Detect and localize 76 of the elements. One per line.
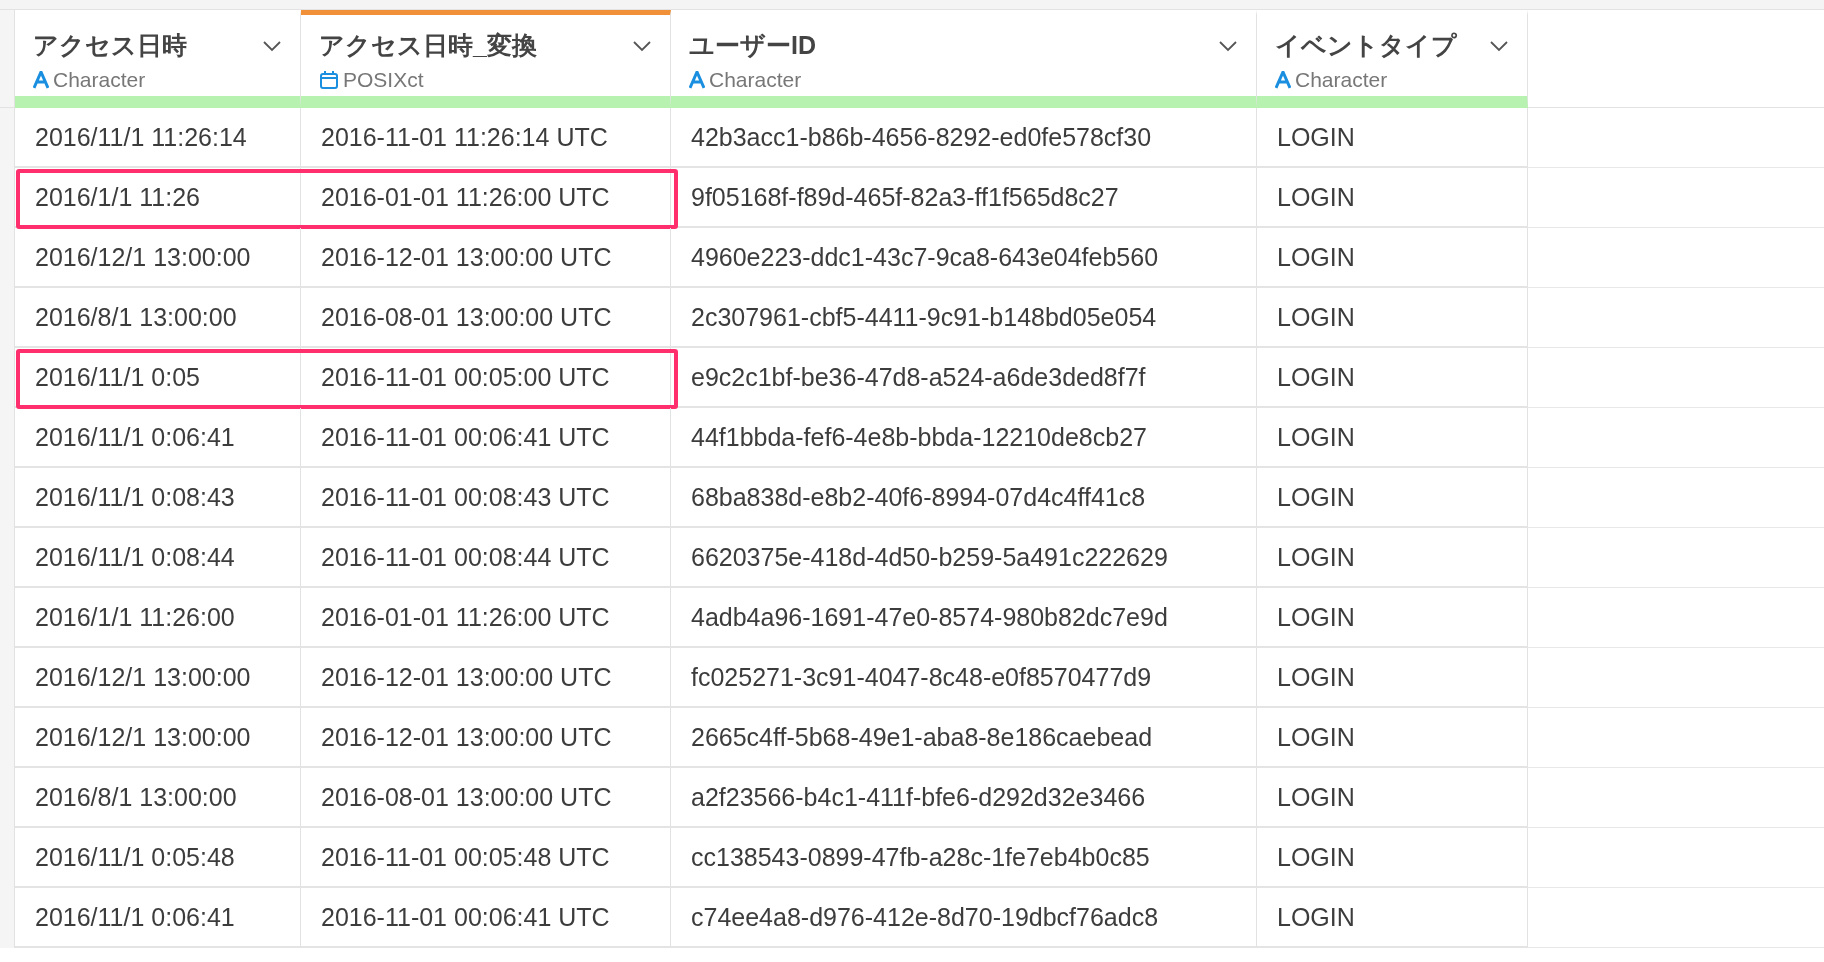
chevron-down-icon[interactable] xyxy=(1218,39,1238,52)
column-type: Character xyxy=(709,68,802,92)
table-cell: 2016/8/1 13:00:00 xyxy=(15,288,301,348)
table-cell: 4960e223-ddc1-43c7-9ca8-643e04feb560 xyxy=(671,228,1257,288)
table-cell: 2016-11-01 00:06:41 UTC xyxy=(301,408,671,468)
table-cell: 2016/11/1 11:26:14 xyxy=(15,108,301,168)
table-cell: 2016-11-01 00:05:48 UTC xyxy=(301,828,671,888)
table-cell: 2016-12-01 13:00:00 UTC xyxy=(301,708,671,768)
table-cell: LOGIN xyxy=(1257,528,1528,588)
table-cell: fc025271-3c91-4047-8c48-e0f8570477d9 xyxy=(671,648,1257,708)
table-cell: LOGIN xyxy=(1257,348,1528,408)
table-cell: 2c307961-cbf5-4411-9c91-b148bd05e054 xyxy=(671,288,1257,348)
table-cell: 2016-12-01 13:00:00 UTC xyxy=(301,228,671,288)
table-cell: LOGIN xyxy=(1257,288,1528,348)
chevron-down-icon[interactable] xyxy=(262,39,282,52)
table-cell: LOGIN xyxy=(1257,648,1528,708)
table-cell: 2016-11-01 00:05:00 UTC xyxy=(301,348,671,408)
column-header[interactable]: アクセス日時_変換 POSIXct xyxy=(301,10,671,108)
column-type: Character xyxy=(1295,68,1388,92)
column-header[interactable]: イベントタイプ Character xyxy=(1257,10,1528,108)
table-cell: 2016-12-01 13:00:00 UTC xyxy=(301,648,671,708)
table-cell: LOGIN xyxy=(1257,708,1528,768)
letter-a-icon xyxy=(689,71,705,89)
table-cell: 2016/12/1 13:00:00 xyxy=(15,648,301,708)
table-cell: cc138543-0899-47fb-a28c-1fe7eb4b0c85 xyxy=(671,828,1257,888)
table-cell: LOGIN xyxy=(1257,888,1528,948)
column-header[interactable]: ユーザーID Character xyxy=(671,10,1257,108)
column-name: ユーザーID xyxy=(689,30,816,61)
table-cell: 68ba838d-e8b2-40f6-8994-07d4c4ff41c8 xyxy=(671,468,1257,528)
table-cell: 2665c4ff-5b68-49e1-aba8-8e186caebead xyxy=(671,708,1257,768)
letter-a-icon xyxy=(33,71,49,89)
table-cell: LOGIN xyxy=(1257,768,1528,828)
table-cell: 2016-01-01 11:26:00 UTC xyxy=(301,168,671,228)
table-cell: 6620375e-418d-4d50-b259-5a491c222629 xyxy=(671,528,1257,588)
table-cell: 9f05168f-f89d-465f-82a3-ff1f565d8c27 xyxy=(671,168,1257,228)
table-cell: LOGIN xyxy=(1257,108,1528,168)
table-cell: 2016-08-01 13:00:00 UTC xyxy=(301,768,671,828)
table-cell: 42b3acc1-b86b-4656-8292-ed0fe578cf30 xyxy=(671,108,1257,168)
letter-a-icon xyxy=(1275,71,1291,89)
table-cell: 2016/11/1 0:06:41 xyxy=(15,408,301,468)
table-cell: LOGIN xyxy=(1257,408,1528,468)
table-cell: a2f23566-b4c1-411f-bfe6-d292d32e3466 xyxy=(671,768,1257,828)
table-cell: 2016/11/1 0:08:44 xyxy=(15,528,301,588)
column-name: アクセス日時 xyxy=(33,30,187,61)
chevron-down-icon[interactable] xyxy=(1489,39,1509,52)
table-cell: 44f1bbda-fef6-4e8b-bbda-12210de8cb27 xyxy=(671,408,1257,468)
column-header[interactable]: アクセス日時 Character xyxy=(15,10,301,108)
table-cell: 2016-08-01 13:00:00 UTC xyxy=(301,288,671,348)
table-cell: 2016/11/1 0:05 xyxy=(15,348,301,408)
table-cell: 2016/11/1 0:06:41 xyxy=(15,888,301,948)
table-cell: 2016/1/1 11:26:00 xyxy=(15,588,301,648)
table-cell: LOGIN xyxy=(1257,468,1528,528)
column-type: Character xyxy=(53,68,146,92)
table-cell: 2016/11/1 0:05:48 xyxy=(15,828,301,888)
table-cell: 2016-11-01 11:26:14 UTC xyxy=(301,108,671,168)
table-cell: e9c2c1bf-be36-47d8-a524-a6de3ded8f7f xyxy=(671,348,1257,408)
table-cell: c74ee4a8-d976-412e-8d70-19dbcf76adc8 xyxy=(671,888,1257,948)
table-cell: 2016-11-01 00:06:41 UTC xyxy=(301,888,671,948)
chevron-down-icon[interactable] xyxy=(632,39,652,52)
column-type: POSIXct xyxy=(343,68,424,92)
table-cell: 2016/12/1 13:00:00 xyxy=(15,708,301,768)
table-cell: LOGIN xyxy=(1257,168,1528,228)
column-name: イベントタイプ xyxy=(1275,30,1457,61)
calendar-icon xyxy=(319,70,339,90)
table-cell: LOGIN xyxy=(1257,828,1528,888)
table-cell: LOGIN xyxy=(1257,228,1528,288)
table-cell: 2016-11-01 00:08:43 UTC xyxy=(301,468,671,528)
column-name: アクセス日時_変換 xyxy=(319,30,537,61)
table-cell: LOGIN xyxy=(1257,588,1528,648)
table-cell: 2016/8/1 13:00:00 xyxy=(15,768,301,828)
table-cell: 2016-01-01 11:26:00 UTC xyxy=(301,588,671,648)
table-cell: 4adb4a96-1691-47e0-8574-980b82dc7e9d xyxy=(671,588,1257,648)
table-cell: 2016/1/1 11:26 xyxy=(15,168,301,228)
table-cell: 2016/11/1 0:08:43 xyxy=(15,468,301,528)
table-cell: 2016/12/1 13:00:00 xyxy=(15,228,301,288)
table-cell: 2016-11-01 00:08:44 UTC xyxy=(301,528,671,588)
